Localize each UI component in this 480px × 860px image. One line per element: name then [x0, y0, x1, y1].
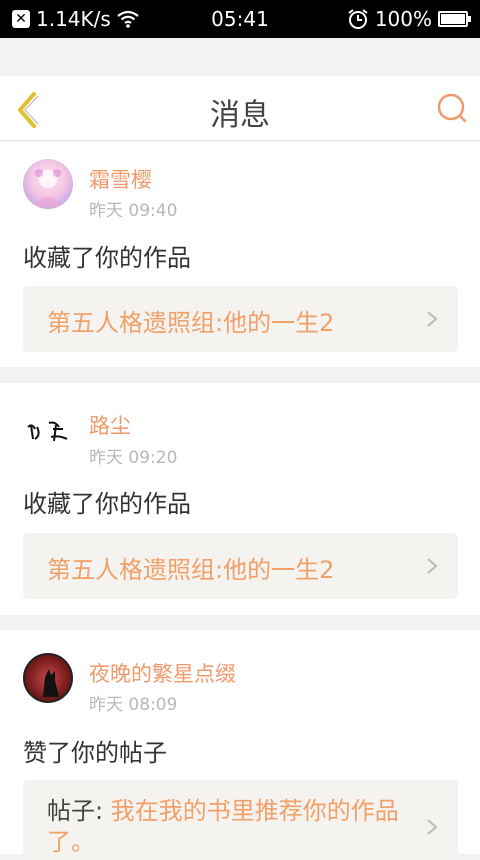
avatar[interactable] [23, 405, 73, 455]
chevron-right-icon [427, 311, 438, 327]
message-item: 路尘 昨天 09:20 收藏了你的作品 第五人格遗照组:他的一生2 [0, 383, 480, 615]
search-icon[interactable] [436, 92, 468, 124]
post-link[interactable]: 帖子: 我在我的书里推荐你的作品了。 [23, 780, 458, 860]
work-link[interactable]: 第五人格遗照组:他的一生2 [23, 533, 458, 599]
message-action: 收藏了你的作品 [23, 244, 191, 272]
status-left: ✕ 1.14K/s [12, 7, 139, 31]
network-speed: 1.14K/s [36, 7, 111, 31]
avatar[interactable] [23, 653, 73, 703]
avatar-image [43, 669, 59, 697]
top-spacer [0, 38, 480, 76]
notification-icon: ✕ [12, 10, 30, 28]
message-action: 赞了你的帖子 [23, 739, 167, 767]
message-action: 收藏了你的作品 [23, 490, 191, 518]
username[interactable]: 霜雪樱 [89, 164, 152, 194]
message-time: 昨天 09:20 [89, 448, 178, 468]
post-text: 帖子: 我在我的书里推荐你的作品了。 [47, 796, 427, 858]
chevron-right-icon [427, 819, 438, 835]
avatar-image [27, 421, 68, 442]
battery-percent: 100% [374, 7, 432, 31]
page-title: 消息 [210, 98, 270, 133]
avatar[interactable] [23, 159, 73, 209]
chevron-right-icon [427, 558, 438, 574]
status-right: 100% [347, 7, 471, 31]
username[interactable]: 路尘 [89, 410, 131, 440]
battery-icon [438, 11, 471, 27]
message-item: 夜晚的繁星点缀 昨天 08:09 赞了你的帖子 帖子: 我在我的书里推荐你的作品… [0, 630, 480, 860]
wifi-icon [117, 10, 139, 28]
alarm-icon [348, 9, 368, 29]
work-title: 第五人格遗照组:他的一生2 [47, 309, 335, 337]
nav-bar: 消息 [0, 76, 480, 141]
work-link[interactable]: 第五人格遗照组:他的一生2 [23, 286, 458, 352]
username[interactable]: 夜晚的繁星点缀 [89, 658, 236, 688]
message-time: 昨天 08:09 [89, 695, 178, 715]
status-bar: ✕ 1.14K/s 05:41 100% [0, 0, 480, 38]
work-title: 第五人格遗照组:他的一生2 [47, 556, 335, 584]
avatar-image [33, 169, 63, 207]
message-item: 霜雪樱 昨天 09:40 收藏了你的作品 第五人格遗照组:他的一生2 [0, 142, 480, 367]
post-prefix: 帖子: [47, 797, 104, 825]
message-time: 昨天 09:40 [89, 201, 178, 221]
